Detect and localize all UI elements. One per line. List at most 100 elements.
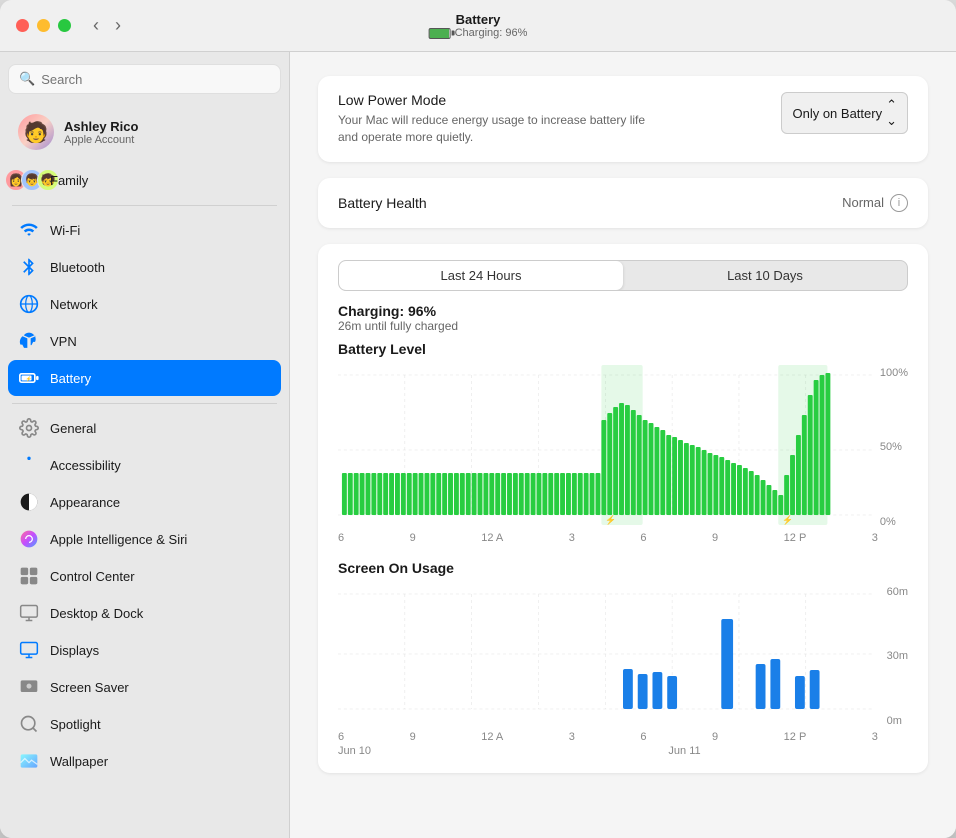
vpn-label: VPN — [50, 334, 77, 349]
search-box[interactable]: 🔍 — [8, 64, 281, 94]
spotlight-icon — [18, 713, 40, 735]
battery-health-row: Battery Health Normal i — [338, 194, 908, 212]
avatar: 🧑 — [18, 114, 54, 150]
vpn-icon — [18, 330, 40, 352]
sidebar-item-desktop-dock[interactable]: Desktop & Dock — [8, 595, 281, 631]
wallpaper-icon — [18, 750, 40, 772]
desktop-icon — [18, 602, 40, 624]
battery-health-label: Battery Health — [338, 195, 427, 211]
nav-buttons: ‹ › — [87, 13, 127, 38]
back-button[interactable]: ‹ — [87, 13, 105, 38]
forward-button[interactable]: › — [109, 13, 127, 38]
control-center-label: Control Center — [50, 569, 135, 584]
charge-time: 26m until fully charged — [338, 319, 908, 333]
main-content: 🔍 🧑 Ashley Rico Apple Account 👩 👦 🧒 — [0, 52, 956, 838]
time-toggle: Last 24 Hours Last 10 Days — [338, 260, 908, 291]
svg-text:⚡: ⚡ — [782, 514, 793, 525]
battery-health-status: Normal — [842, 195, 884, 210]
sidebar-item-general[interactable]: General — [8, 410, 281, 446]
siri-icon — [18, 528, 40, 550]
battery-chart-section: Battery Level — [338, 341, 908, 544]
family-label: Family — [50, 173, 88, 188]
sidebar-item-network[interactable]: Network — [8, 286, 281, 322]
screen-chart-svg — [338, 584, 908, 724]
low-power-description: Your Mac will reduce energy usage to inc… — [338, 112, 658, 146]
sidebar-item-control-center[interactable]: Control Center — [8, 558, 281, 594]
screen-saver-icon — [18, 676, 40, 698]
battery-icon-small — [429, 28, 451, 39]
siri-label: Apple Intelligence & Siri — [50, 532, 187, 547]
battery-chart-title: Battery Level — [338, 341, 908, 357]
sidebar-item-bluetooth[interactable]: Bluetooth — [8, 249, 281, 285]
charge-percent: Charging: 96% — [338, 303, 908, 319]
appearance-icon — [18, 491, 40, 513]
screen-chart-wrapper: 60m 30m 0m — [338, 584, 908, 729]
titlebar-title: Battery Charging: 96% — [429, 12, 528, 39]
svg-text:⚡: ⚡ — [605, 514, 616, 525]
user-section[interactable]: 🧑 Ashley Rico Apple Account — [8, 106, 281, 158]
screen-chart-section: Screen On Usage — [338, 560, 908, 757]
screen-x-labels: 6 9 12 A 3 6 9 12 P 3 — [338, 731, 908, 743]
general-label: General — [50, 421, 96, 436]
usage-card: Last 24 Hours Last 10 Days Charging: 96%… — [318, 244, 928, 773]
accessibility-label: Accessibility — [50, 458, 121, 473]
sidebar-item-wifi[interactable]: Wi-Fi — [8, 212, 281, 248]
low-power-dropdown[interactable]: Only on Battery ⌃⌄ — [781, 92, 908, 134]
sidebar-item-spotlight[interactable]: Spotlight — [8, 706, 281, 742]
sidebar-item-wallpaper[interactable]: Wallpaper — [8, 743, 281, 779]
maximize-button[interactable] — [58, 19, 71, 32]
general-icon — [18, 417, 40, 439]
sidebar-item-appearance[interactable]: Appearance — [8, 484, 281, 520]
battery-chart-svg: ⚡ ⚡ — [338, 365, 908, 525]
tab-24h[interactable]: Last 24 Hours — [339, 261, 623, 290]
close-button[interactable] — [16, 19, 29, 32]
control-center-icon — [18, 565, 40, 587]
tab-10d[interactable]: Last 10 Days — [623, 261, 907, 290]
spotlight-label: Spotlight — [50, 717, 101, 732]
screen-chart-title: Screen On Usage — [338, 560, 908, 576]
sidebar-item-siri[interactable]: Apple Intelligence & Siri — [8, 521, 281, 557]
network-icon — [18, 293, 40, 315]
displays-icon — [18, 639, 40, 661]
dropdown-chevron: ⌃⌄ — [886, 97, 897, 129]
battery-sidebar-icon: ⚡ — [18, 367, 40, 389]
desktop-dock-label: Desktop & Dock — [50, 606, 143, 621]
battery-chart-wrapper: ⚡ ⚡ 100% 50% 0% — [338, 365, 908, 530]
sidebar-divider-1 — [12, 205, 277, 206]
battery-health-right: Normal i — [842, 194, 908, 212]
appearance-label: Appearance — [50, 495, 120, 510]
sidebar-item-accessibility[interactable]: Accessibility — [8, 447, 281, 483]
detail-panel: Low Power Mode Your Mac will reduce ener… — [290, 52, 956, 838]
traffic-lights — [16, 19, 71, 32]
svg-text:⚡: ⚡ — [26, 376, 32, 383]
battery-health-card: Battery Health Normal i — [318, 178, 928, 228]
window-title: Battery — [429, 12, 528, 27]
user-info: Ashley Rico Apple Account — [64, 119, 138, 146]
displays-label: Displays — [50, 643, 99, 658]
low-power-card: Low Power Mode Your Mac will reduce ener… — [318, 76, 928, 162]
low-power-text: Low Power Mode Your Mac will reduce ener… — [338, 92, 658, 146]
sidebar-item-vpn[interactable]: VPN — [8, 323, 281, 359]
main-window: ‹ › Battery Charging: 96% 🔍 🧑 Ashley Ric — [0, 0, 956, 838]
family-icon: 👩 👦 🧒 — [18, 169, 40, 191]
battery-label: Battery — [50, 371, 91, 386]
sidebar-item-family[interactable]: 👩 👦 🧒 Family — [8, 162, 281, 198]
minimize-button[interactable] — [37, 19, 50, 32]
sidebar: 🔍 🧑 Ashley Rico Apple Account 👩 👦 🧒 — [0, 52, 290, 838]
sidebar-divider-2 — [12, 403, 277, 404]
date-labels: Jun 10 Jun 11 — [338, 745, 908, 757]
sidebar-item-displays[interactable]: Displays — [8, 632, 281, 668]
window-subtitle: Charging: 96% — [429, 27, 528, 39]
user-account: Apple Account — [64, 134, 138, 146]
low-power-title: Low Power Mode — [338, 92, 658, 108]
screen-saver-label: Screen Saver — [50, 680, 129, 695]
search-input[interactable] — [41, 72, 270, 87]
wifi-label: Wi-Fi — [50, 223, 80, 238]
low-power-row: Low Power Mode Your Mac will reduce ener… — [338, 92, 908, 146]
sidebar-item-battery[interactable]: ⚡ Battery — [8, 360, 281, 396]
titlebar: ‹ › Battery Charging: 96% — [0, 0, 956, 52]
bluetooth-icon — [18, 256, 40, 278]
info-icon[interactable]: i — [890, 194, 908, 212]
sidebar-item-screen-saver[interactable]: Screen Saver — [8, 669, 281, 705]
search-icon: 🔍 — [19, 71, 35, 87]
